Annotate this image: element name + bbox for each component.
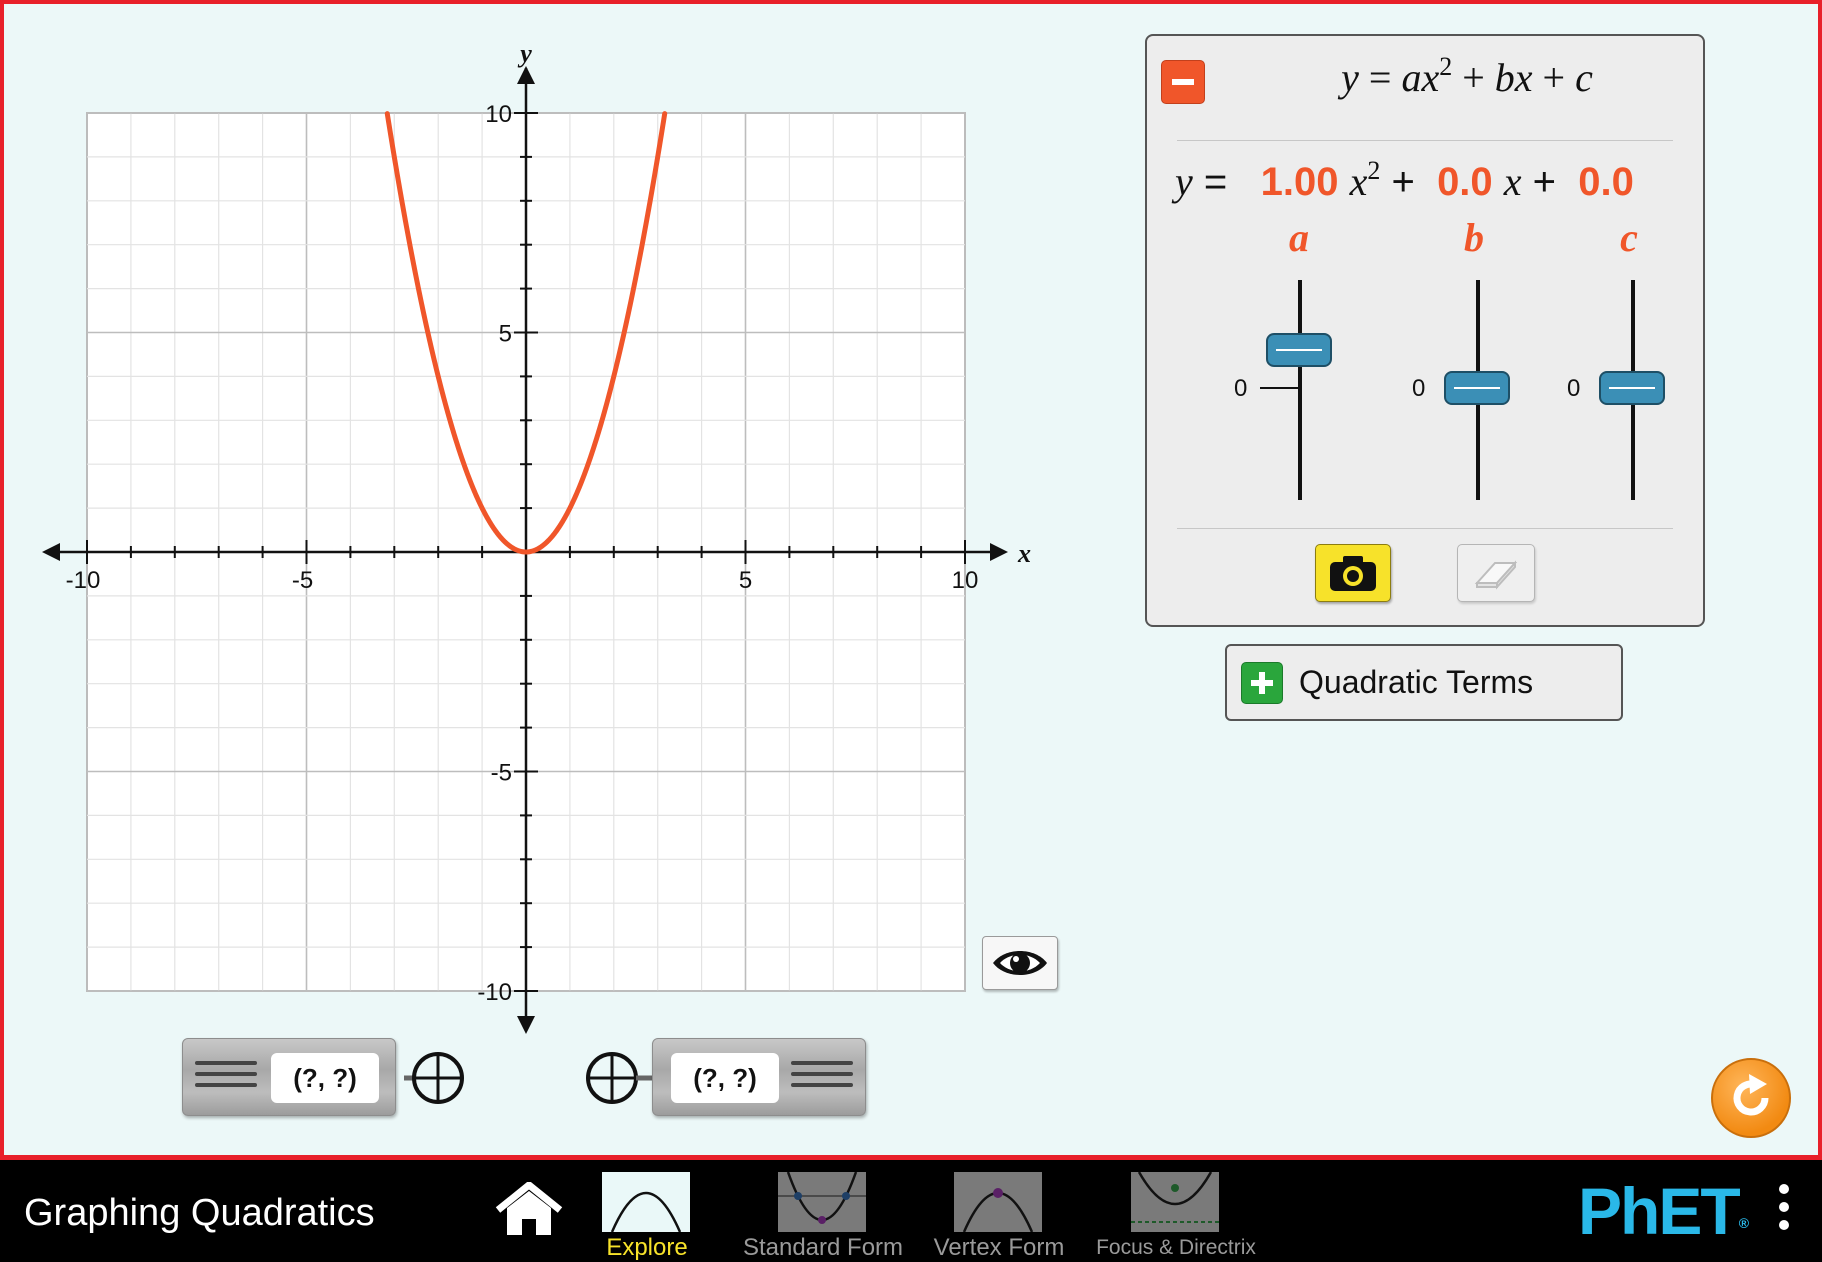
camera-icon [1330,556,1376,591]
sim-screen: -10 -5 5 10 10 5 -5 -10 x y (?, ?) (?, ?) y = ax2… [0,0,1822,1160]
equation-accordion: y = ax2 + bx + c y = 1.00 x2 + 0.0 x + 0… [1145,34,1705,627]
c-value: 0.0 [1578,160,1634,204]
grip-handle-icon[interactable] [195,1061,257,1094]
x-axis-label: x [1017,539,1031,568]
tab-explore[interactable]: Explore [567,1166,727,1261]
sim-title: Graphing Quadratics [24,1192,375,1234]
home-icon [495,1181,563,1235]
y-axis-label: y [517,39,532,68]
graph-contents-toggle-button[interactable] [982,936,1058,990]
erase-quadratics-button[interactable] [1457,544,1535,602]
vertex-form-icon [954,1172,1042,1232]
focus-directrix-icon [1131,1172,1219,1232]
crosshair-probe-left-icon[interactable] [404,1050,468,1106]
reset-icon [1733,1074,1769,1116]
slider-thumb-b[interactable] [1444,371,1510,405]
y-tick-label: -10 [477,979,512,1006]
slider-a[interactable]: 0 [1234,280,1340,500]
divider [1177,528,1673,529]
y-tick-label: -5 [491,760,512,787]
x-tick-label: -10 [66,567,101,594]
standard-form-icon [778,1172,866,1232]
point-tool-coordinates: (?, ?) [671,1053,779,1103]
interactive-equation: y = 1.00 x2 + 0.0 x + 0.0 [1175,156,1634,205]
home-button[interactable] [494,1181,564,1238]
x-axis-arrow-right-icon [990,543,1008,561]
slider-thumb-c[interactable] [1599,371,1665,405]
tab-label: Vertex Form [933,1234,1065,1261]
grip-handle-icon[interactable] [791,1061,853,1094]
eye-icon [993,951,1047,975]
tab-focus-directrix[interactable]: Focus & Directrix [1096,1166,1256,1260]
explore-parabola-icon [602,1172,690,1232]
x-tick-label: -5 [292,567,313,594]
coefficient-label-a: a [1289,215,1309,260]
divider [1177,140,1673,141]
collapse-button[interactable] [1161,60,1205,104]
save-quadratic-button[interactable] [1315,544,1391,602]
x-tick-label: 10 [952,567,979,594]
tab-label: Explore [606,1234,688,1261]
coefficient-label-c: c [1620,215,1638,260]
b-value: 0.0 [1437,160,1493,204]
tab-label: Focus & Directrix [1096,1236,1256,1259]
x-tick-label: 5 [739,567,752,594]
y-axis-arrow-down-icon [517,1016,535,1034]
a-value: 1.00 [1260,160,1339,204]
equation-y: y [1175,159,1193,204]
graph: -10 -5 5 10 10 5 -5 -10 x y [42,39,1031,1034]
options-menu-icon[interactable] [1772,1184,1796,1242]
y-tick-label: 10 [485,101,512,128]
y-tick-label: 5 [499,321,512,348]
zero-label: 0 [1412,375,1426,402]
tab-standard-form[interactable]: Standard Form [743,1166,903,1261]
tab-vertex-form[interactable]: Vertex Form [919,1166,1079,1261]
zero-label: 0 [1234,375,1248,402]
slider-thumb-a[interactable] [1266,332,1332,367]
slider-b[interactable]: 0 [1412,280,1518,500]
coefficient-label-b: b [1464,215,1484,260]
quadratic-terms-label: Quadratic Terms [1299,664,1534,700]
tab-label: Standard Form [742,1234,904,1261]
crosshair-probe-right-icon[interactable] [584,1050,652,1106]
point-tool-right[interactable]: (?, ?) [652,1038,866,1116]
navigation-bar: Graphing Quadratics Explore Standard For… [0,1160,1822,1261]
x-axis-arrow-left-icon [42,543,60,561]
plus-icon[interactable] [1241,662,1283,704]
y-axis-arrow-up-icon [517,66,535,84]
point-tool-coordinates: (?, ?) [271,1053,379,1103]
point-tool-left[interactable]: (?, ?) [182,1038,396,1116]
general-form-equation: y = ax2 + bx + c [1341,52,1593,101]
zero-label: 0 [1567,375,1581,402]
phet-logo[interactable]: PhET® [1578,1178,1749,1256]
quadratic-terms-accordion[interactable]: Quadratic Terms [1225,644,1623,721]
slider-c[interactable]: 0 [1567,280,1673,500]
eraser-icon [1474,560,1518,590]
reset-all-button[interactable] [1711,1058,1791,1138]
